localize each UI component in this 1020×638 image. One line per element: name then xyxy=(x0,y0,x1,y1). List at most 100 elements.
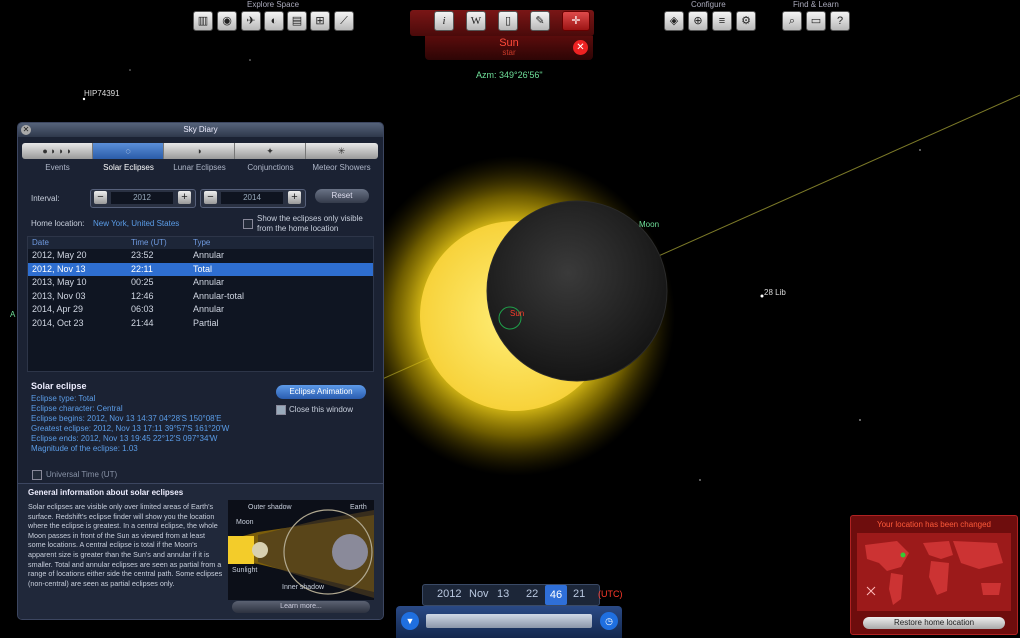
time-display[interactable]: 2012 Nov 13 22 46 21 xyxy=(422,584,600,606)
row-type: Annular-total xyxy=(193,290,245,301)
clock-icon[interactable]: ◷ xyxy=(600,612,618,630)
row-time: 23:52 xyxy=(131,250,154,260)
grid-settings-icon[interactable]: ⊕ xyxy=(688,11,708,31)
telescope-tool-icon[interactable]: ⟋ xyxy=(334,11,354,31)
eclipse-animation-button[interactable]: Eclipse Animation xyxy=(276,385,366,399)
network-icon[interactable]: ⊞ xyxy=(310,11,330,31)
gear-icon[interactable]: ⚙ xyxy=(736,11,756,31)
tab-events[interactable]: Events xyxy=(22,163,93,172)
tab-events-icon[interactable]: ● ◗ ◗ ◗ xyxy=(22,143,93,159)
row-type: Partial xyxy=(193,317,219,328)
world-map-svg xyxy=(865,541,1003,605)
minus-icon[interactable]: − xyxy=(204,191,217,204)
location-changed-panel: Your location has been changed Restore h… xyxy=(850,515,1018,635)
telescope-icon[interactable]: ▥ xyxy=(193,11,213,31)
tab-solar-eclipses-icon[interactable]: ◌ xyxy=(93,143,164,159)
row-type: Annular xyxy=(193,277,225,287)
sliders-icon[interactable]: ≡ xyxy=(712,11,732,31)
column-date[interactable]: Date xyxy=(32,238,49,247)
diagram-moon: Moon xyxy=(236,519,254,526)
reset-button[interactable]: Reset xyxy=(315,189,369,203)
only-home-checkbox[interactable] xyxy=(243,219,253,229)
general-info-text: Solar eclipses are visible only over lim… xyxy=(28,502,223,588)
planet-icon[interactable]: ◐ xyxy=(264,11,284,31)
detail-line: Eclipse character: Central xyxy=(31,404,123,413)
search-icon[interactable]: ⌕ xyxy=(782,11,802,31)
restore-home-location-button[interactable]: Restore home location xyxy=(863,617,1005,629)
time-hour[interactable]: 22 xyxy=(526,588,538,600)
plus-icon[interactable]: + xyxy=(178,191,191,204)
star-label-hip[interactable]: HIP74391 xyxy=(84,89,120,98)
row-date: 2013, Nov 03 xyxy=(32,290,86,301)
time-year[interactable]: 2012 xyxy=(437,588,461,600)
only-home-label-2: from the home location xyxy=(257,224,339,233)
time-slider[interactable] xyxy=(426,614,592,628)
sun-label[interactable]: Sun xyxy=(510,309,524,318)
location-changed-title: Your location has been changed xyxy=(876,520,992,529)
world-map[interactable] xyxy=(857,533,1011,611)
minus-icon[interactable]: − xyxy=(94,191,107,204)
home-location-label: Home location: xyxy=(31,219,85,228)
moon-label[interactable]: Moon xyxy=(639,220,659,229)
row-time: 22:11 xyxy=(131,263,153,274)
tab-conjunctions[interactable]: Conjunctions xyxy=(235,163,306,172)
learn-more-button[interactable]: Learn more... xyxy=(232,601,370,613)
center-object-icon[interactable]: ✛ xyxy=(562,11,590,31)
detail-line: Eclipse type: Total xyxy=(31,394,96,403)
table-row[interactable]: 2014, Oct 23 21:44 Partial xyxy=(28,317,373,331)
row-type: Annular xyxy=(193,250,225,260)
table-row[interactable]: 2014, Apr 29 06:03 Annular xyxy=(28,303,373,317)
table-row[interactable]: 2013, May 10 00:25 Annular xyxy=(28,276,373,290)
detail-title: Solar eclipse xyxy=(31,381,87,391)
table-row[interactable]: 2012, May 20 23:52 Annular xyxy=(28,249,373,263)
close-window-checkbox[interactable] xyxy=(276,405,286,415)
fly-to-icon[interactable]: ✎ xyxy=(530,11,550,31)
view-settings-icon[interactable]: ◈ xyxy=(664,11,684,31)
to-year-value[interactable]: 2014 xyxy=(221,192,283,204)
help-button[interactable]: ? xyxy=(830,11,850,31)
wikipedia-button[interactable]: W xyxy=(466,11,486,31)
tab-lunar-eclipses[interactable]: Lunar Eclipses xyxy=(164,163,235,172)
home-location-link[interactable]: New York, United States xyxy=(93,219,179,228)
book-icon[interactable]: ▯ xyxy=(498,11,518,31)
close-icon[interactable]: ✕ xyxy=(573,40,588,55)
chevron-down-icon[interactable]: ▼ xyxy=(401,612,419,630)
interval-label: Interval: xyxy=(31,194,60,203)
encyclopedia-icon[interactable]: ▭ xyxy=(806,11,826,31)
table-row-selected[interactable]: 2012, Nov 13 22:11 Total xyxy=(28,262,373,276)
time-minute[interactable]: 46 xyxy=(545,585,567,605)
table-header: Date Time (UT) Type xyxy=(28,237,373,249)
from-year-stepper[interactable]: − 2012 + xyxy=(90,189,196,208)
eclipse-diagram: Outer shadow Earth Moon Sunlight Inner s… xyxy=(228,500,374,600)
panel-title-bar[interactable]: ✕ Sky Diary xyxy=(18,123,383,137)
calendar-icon[interactable]: ▤ xyxy=(287,11,307,31)
info-button[interactable]: i xyxy=(434,11,454,31)
tab-solar-eclipses[interactable]: Solar Eclipses xyxy=(93,163,164,172)
edge-label: A xyxy=(10,310,16,319)
diagram-inner-shadow: Inner shadow xyxy=(282,584,325,591)
table-row[interactable]: 2013, Nov 03 12:46 Annular-total xyxy=(28,290,373,304)
universal-time-checkbox[interactable] xyxy=(32,470,42,480)
time-day[interactable]: 13 xyxy=(497,588,509,600)
time-month[interactable]: Nov xyxy=(469,588,489,600)
rocket-icon[interactable]: ✈ xyxy=(241,11,261,31)
tab-meteor-showers-icon[interactable]: ✳ xyxy=(306,143,377,159)
to-year-stepper[interactable]: − 2014 + xyxy=(200,189,306,208)
panel-close-icon[interactable]: ✕ xyxy=(21,125,31,135)
tab-lunar-eclipses-icon[interactable]: ◑ xyxy=(164,143,235,159)
from-year-value[interactable]: 2012 xyxy=(111,192,173,204)
column-type[interactable]: Type xyxy=(193,238,210,247)
time-second[interactable]: 21 xyxy=(573,588,585,600)
column-time[interactable]: Time (UT) xyxy=(131,238,167,247)
earth-icon[interactable]: ◉ xyxy=(217,11,237,31)
diagram-sunlight: Sunlight xyxy=(232,567,258,574)
star-label-28lib[interactable]: 28 Lib xyxy=(764,288,786,297)
tab-conjunctions-icon[interactable]: ✦ xyxy=(235,143,306,159)
find-learn-title: Find & Learn xyxy=(793,0,839,9)
tab-meteor-showers[interactable]: Meteor Showers xyxy=(306,163,377,172)
object-type: star xyxy=(502,48,516,57)
eclipse-table: Date Time (UT) Type 2012, May 20 23:52 A… xyxy=(27,236,374,372)
time-slider-bar: ▼ ◷ xyxy=(396,606,622,638)
plus-icon[interactable]: + xyxy=(288,191,301,204)
configure-title: Configure xyxy=(691,0,726,9)
